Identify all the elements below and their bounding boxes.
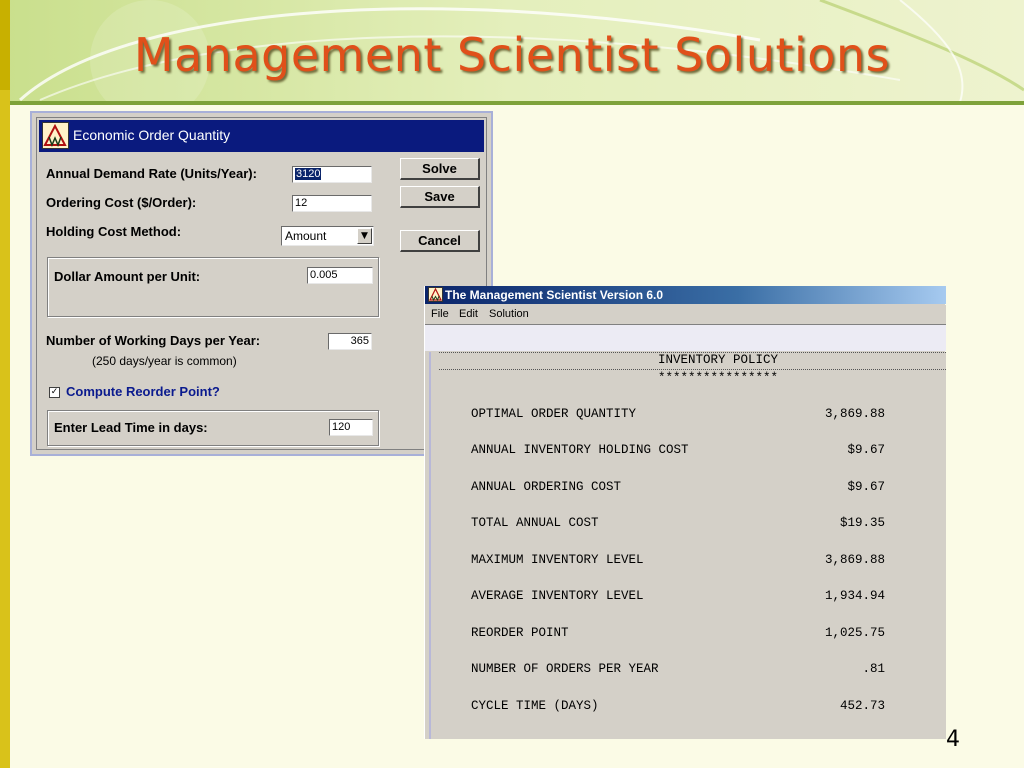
report-row-label: MAXIMUM INVENTORY LEVEL	[471, 553, 644, 567]
report-row-value: $9.67	[847, 443, 885, 457]
report-row-value: 452.73	[839, 699, 885, 713]
cancel-button[interactable]: Cancel	[400, 230, 480, 252]
report-heading: INVENTORY POLICY	[658, 353, 779, 367]
report-row-label: REORDER POINT	[471, 626, 569, 640]
report-heading-underline: ****************	[658, 371, 779, 385]
dollar-amount-group: Dollar Amount per Unit: 0.005	[47, 257, 379, 317]
report-row-value: 3,869.88	[824, 553, 885, 567]
lead-time-input[interactable]: 120	[329, 419, 373, 436]
ordering-cost-input[interactable]: 12	[292, 195, 372, 212]
inventory-report: INVENTORY POLICY **************** OPTIMA…	[429, 352, 946, 739]
report-row-label: ANNUAL ORDERING COST	[471, 480, 622, 494]
report-divider	[439, 369, 946, 370]
management-scientist-window: The Management Scientist Version 6.0 Fil…	[424, 286, 946, 739]
ordering-cost-label: Ordering Cost ($/Order):	[46, 195, 197, 210]
holding-method-select[interactable]: Amount ▼	[281, 226, 374, 246]
annual-demand-label: Annual Demand Rate (Units/Year):	[46, 166, 257, 181]
report-row-value: .81	[862, 662, 885, 676]
left-accent-strip	[0, 0, 10, 768]
reorder-checkbox-label[interactable]: Compute Reorder Point?	[66, 384, 220, 399]
working-days-label: Number of Working Days per Year:	[46, 333, 261, 348]
dollar-amount-input[interactable]: 0.005	[307, 267, 373, 284]
report-row-label: ANNUAL INVENTORY HOLDING COST	[471, 443, 689, 457]
app-logo-icon	[428, 287, 443, 302]
annual-demand-input[interactable]: 3120	[292, 166, 372, 183]
holding-method-value: Amount	[285, 229, 327, 243]
ms-title-text: The Management Scientist Version 6.0	[445, 288, 664, 302]
annual-demand-value: 3120	[295, 168, 322, 180]
working-days-input[interactable]: 365	[328, 333, 372, 350]
save-button[interactable]: Save	[400, 186, 480, 208]
eoq-dialog-body: Economic Order Quantity Annual Demand Ra…	[36, 117, 487, 450]
solve-button[interactable]: Solve	[400, 158, 480, 180]
report-row-label: NUMBER OF ORDERS PER YEAR	[471, 662, 659, 676]
report-row-value: $9.67	[847, 480, 885, 494]
slide-title: Management Scientist Solutions	[133, 28, 891, 82]
report-row-label: CYCLE TIME (DAYS)	[471, 699, 599, 713]
eoq-title-bar[interactable]: Economic Order Quantity	[39, 120, 484, 152]
report-row-value: 3,869.88	[824, 407, 885, 421]
reorder-checkbox[interactable]: ✓	[49, 387, 60, 398]
lead-time-label: Enter Lead Time in days:	[54, 420, 208, 435]
slide-number: 4	[946, 727, 960, 752]
dollar-amount-label: Dollar Amount per Unit:	[54, 269, 201, 284]
report-row-label: OPTIMAL ORDER QUANTITY	[471, 407, 637, 421]
ms-toolbar-area	[425, 325, 946, 351]
eoq-title-text: Economic Order Quantity	[73, 127, 231, 143]
working-days-note: (250 days/year is common)	[92, 354, 237, 368]
ms-menu-bar: File Edit Solution	[425, 305, 946, 325]
menu-file[interactable]: File	[431, 308, 449, 320]
title-divider	[10, 101, 1024, 105]
report-row-label: AVERAGE INVENTORY LEVEL	[471, 589, 644, 603]
report-row-value: 1,934.94	[824, 589, 885, 603]
report-row-value: 1,025.75	[824, 626, 885, 640]
report-row-label: TOTAL ANNUAL COST	[471, 516, 599, 530]
ms-title-bar[interactable]: The Management Scientist Version 6.0	[425, 286, 946, 304]
chevron-down-icon[interactable]: ▼	[357, 228, 372, 244]
holding-method-label: Holding Cost Method:	[46, 224, 182, 239]
menu-edit[interactable]: Edit	[459, 308, 478, 320]
report-row-value: $19.35	[839, 516, 885, 530]
menu-solution[interactable]: Solution	[489, 308, 529, 320]
lead-time-group: Enter Lead Time in days: 120	[47, 410, 379, 446]
app-logo-icon	[42, 122, 69, 149]
